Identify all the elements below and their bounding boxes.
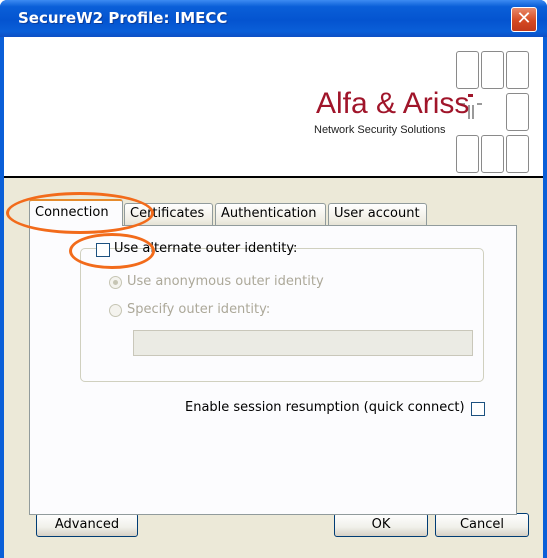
logo-box (456, 135, 479, 173)
specify-identity-label[interactable]: Specify outer identity: (127, 302, 270, 317)
session-resumption-checkbox[interactable] (471, 402, 485, 416)
tab-label: User account (334, 206, 420, 221)
ok-button-label: OK (371, 517, 391, 532)
alternate-identity-checkbox[interactable] (96, 243, 110, 257)
radio-selected-dot (113, 280, 118, 285)
outer-identity-input[interactable] (133, 330, 473, 356)
anonymous-identity-label[interactable]: Use anonymous outer identity (127, 274, 324, 289)
dialog-client-area: Alfa & Ariss Network Security Solutions … (4, 37, 543, 558)
logo-box (506, 51, 529, 89)
advanced-button[interactable]: Advanced (36, 513, 138, 537)
specify-identity-radio[interactable] (109, 304, 122, 317)
close-icon: ✕ (516, 8, 532, 29)
tab-authentication[interactable]: Authentication (215, 203, 326, 225)
connection-tab-panel: Use alternate outer identity: Use anonym… (29, 225, 517, 515)
tab-label: Connection (35, 205, 109, 220)
tab-label: Certificates (130, 206, 205, 221)
close-button[interactable]: ✕ (511, 7, 537, 32)
logo-box (456, 51, 479, 89)
logo-box (481, 135, 504, 173)
tab-label: Authentication (221, 206, 317, 221)
tab-connection[interactable]: Connection (29, 199, 123, 226)
dialog-window: SecureW2 Profile: IMECC ✕ Alfa & Ariss N… (0, 0, 547, 558)
logo-box (481, 51, 504, 89)
vendor-banner: Alfa & Ariss Network Security Solutions (4, 37, 543, 178)
anonymous-identity-radio[interactable] (109, 276, 122, 289)
advanced-button-label: Advanced (54, 517, 120, 532)
window-title: SecureW2 Profile: IMECC (18, 9, 228, 27)
ok-button[interactable]: OK (334, 513, 428, 537)
tab-user-account[interactable]: User account (328, 203, 427, 225)
alternate-identity-label[interactable]: Use alternate outer identity: (114, 241, 297, 256)
logo-tagline: Network Security Solutions (314, 124, 446, 136)
logo-box (506, 93, 529, 131)
cancel-button[interactable]: Cancel (435, 513, 529, 537)
title-bar[interactable]: SecureW2 Profile: IMECC ✕ (0, 0, 547, 37)
logo-box (506, 135, 529, 173)
session-resumption-label[interactable]: Enable session resumption (quick connect… (185, 400, 465, 415)
logo-name: Alfa & Ariss (316, 87, 470, 120)
tab-certificates[interactable]: Certificates (124, 203, 213, 225)
cancel-button-label: Cancel (459, 517, 505, 532)
